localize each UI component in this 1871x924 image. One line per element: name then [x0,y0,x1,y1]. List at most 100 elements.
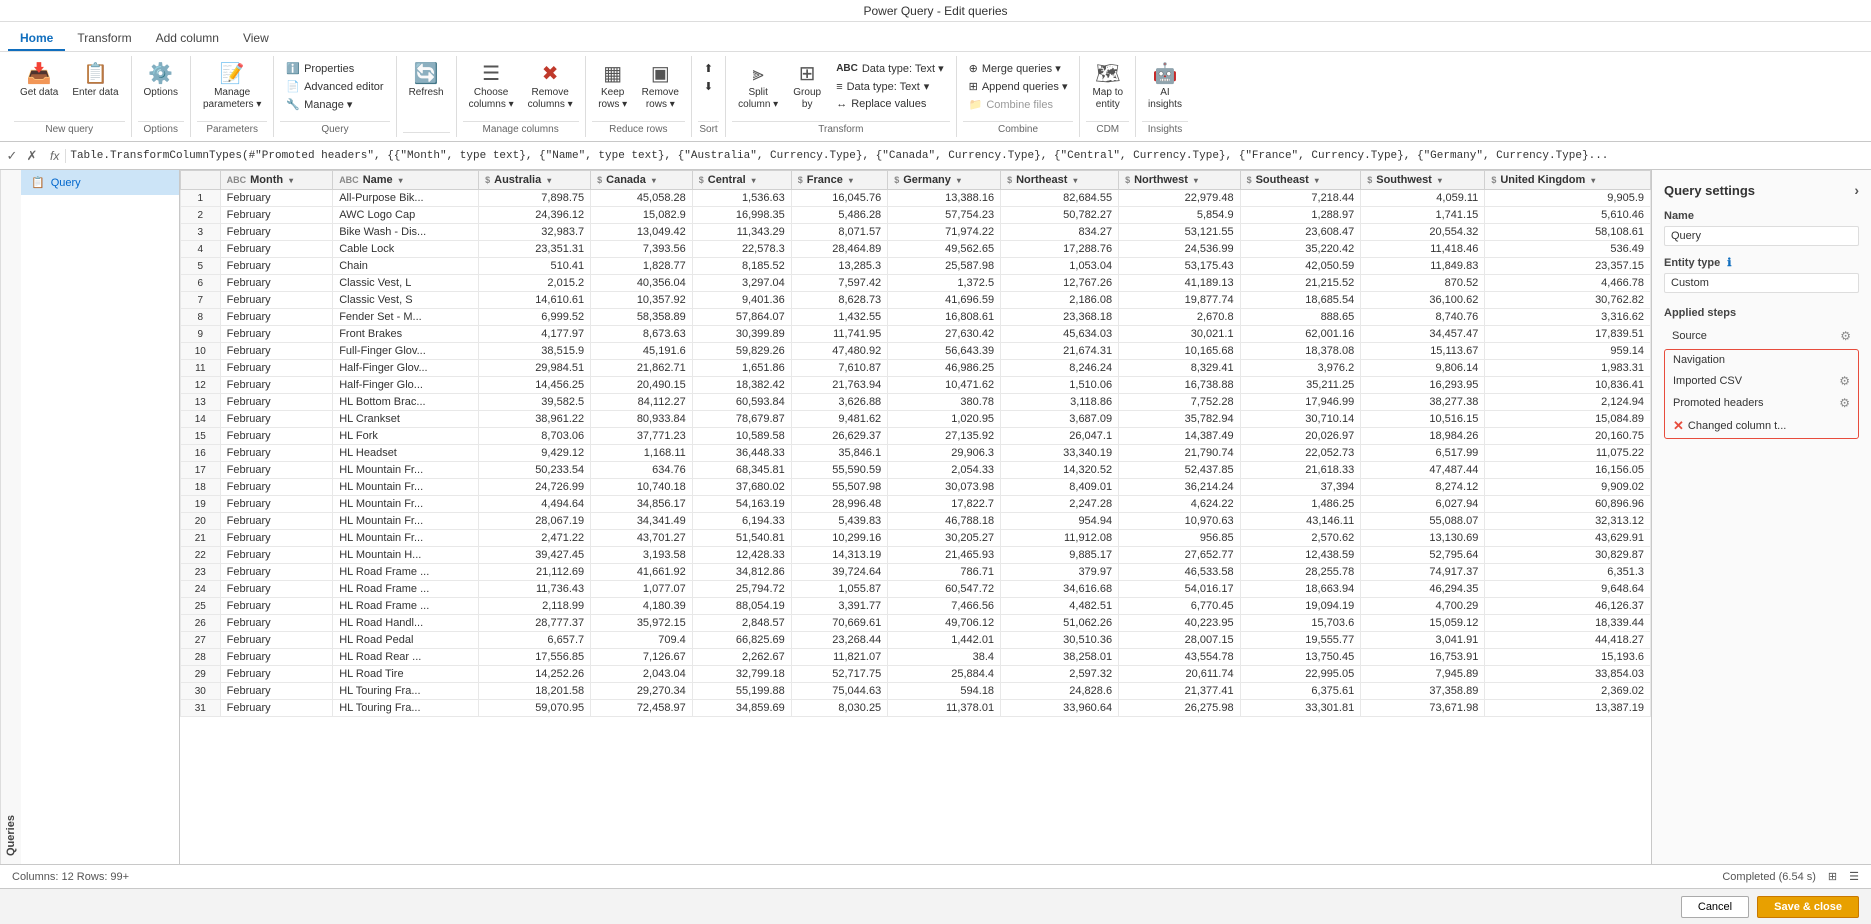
cell-r0-c12: 9,905.9 [1485,190,1651,207]
remove-rows-button[interactable]: ▣ Removerows ▾ [636,60,685,115]
tab-home[interactable]: Home [8,27,65,51]
cell-r12-c1: February [220,394,333,411]
get-data-button[interactable]: 📥 Get data [14,60,64,103]
cell-r17-c7: 30,073.98 [888,479,1001,496]
cell-r2-c11: 20,554.32 [1361,224,1485,241]
step-source-gear-icon[interactable]: ⚙ [1840,329,1851,343]
col-header-month[interactable]: ABC Month ▾ [220,171,333,190]
cell-r19-c11: 55,088.07 [1361,513,1485,530]
cell-r22-c5: 34,812.86 [692,564,791,581]
cell-r9-c7: 56,643.39 [888,343,1001,360]
enter-data-button[interactable]: 📋 Enter data [66,60,124,103]
table-row: 3FebruaryBike Wash - Dis...32,983.713,04… [181,224,1651,241]
step-changed-x-icon[interactable]: ✕ [1673,418,1684,434]
use-first-row-button[interactable]: ≡ Data type: Text ▾ [830,78,949,95]
cell-r8-c5: 30,399.89 [692,326,791,343]
step-promoted-headers[interactable]: Promoted headers ⚙ [1665,392,1858,414]
group-by-button[interactable]: ⊞ Groupby [786,60,828,115]
tab-add-column[interactable]: Add column [144,27,231,51]
cell-r12-c7: 380.78 [888,394,1001,411]
cell-r19-c8: 954.94 [1001,513,1119,530]
col-header-northwest[interactable]: $ Northwest ▾ [1119,171,1240,190]
formula-input[interactable] [70,150,1867,162]
table-row: 5FebruaryChain510.411,828.778,185.5213,2… [181,258,1651,275]
cell-r3-c1: February [220,241,333,258]
map-to-entity-button[interactable]: 🗺 Map toentity [1086,60,1129,115]
ai-insights-button[interactable]: 🤖 AIinsights [1142,60,1188,115]
grid-view-icon[interactable]: ⊞ [1828,870,1837,883]
replace-values-button[interactable]: ↔ Replace values [830,96,949,112]
cell-r20-c9: 956.85 [1119,530,1240,547]
col-header-name[interactable]: ABC Name ▾ [333,171,479,190]
cancel-button[interactable]: Cancel [1681,896,1749,918]
step-imported-csv[interactable]: Imported CSV ⚙ [1665,370,1858,392]
sort-asc-button[interactable]: ⬆ [698,60,719,77]
entity-type-info-icon[interactable]: ℹ [1727,257,1731,269]
cell-r13-c9: 35,782.94 [1119,411,1240,428]
cell-r0-c3: 7,898.75 [479,190,591,207]
formula-accept-icon[interactable]: ✓ [4,148,20,164]
properties-button[interactable]: ℹ️ Properties [280,60,389,77]
panel-expand-icon[interactable]: › [1854,182,1859,198]
col-header-northeast[interactable]: $ Northeast ▾ [1001,171,1119,190]
cell-r26-c9: 28,007.15 [1119,632,1240,649]
cell-r11-c8: 1,510.06 [1001,377,1119,394]
name-value[interactable]: Query [1664,226,1859,246]
append-queries-button[interactable]: ⊞ Append queries ▾ [963,78,1074,95]
cell-r6-c12: 30,762.82 [1485,292,1651,309]
save-close-button[interactable]: Save & close [1757,896,1859,918]
cell-r1-c6: 5,486.28 [791,207,887,224]
cell-r30-c1: February [220,700,333,717]
keep-rows-button[interactable]: ▦ Keeprows ▾ [592,60,634,115]
formula-reject-icon[interactable]: ✗ [24,148,40,164]
cell-r17-c11: 8,274.12 [1361,479,1485,496]
ribbon-group-refresh: 🔄 Refresh [397,56,457,137]
manage-button[interactable]: 🔧 Manage ▾ [280,96,389,113]
step-navigation[interactable]: Navigation [1665,350,1858,370]
cell-r18-c11: 6,027.94 [1361,496,1485,513]
col-header-southwest[interactable]: $ Southwest ▾ [1361,171,1485,190]
cell-r20-c5: 51,540.81 [692,530,791,547]
data-area[interactable]: ABC Month ▾ ABC Name ▾ [180,170,1651,864]
options-group-label: Options [138,121,184,137]
col-header-canada[interactable]: $ Canada ▾ [591,171,693,190]
data-type-button[interactable]: ABC Data type: Text ▾ [830,60,949,77]
step-source[interactable]: Source ⚙ [1664,325,1859,347]
remove-columns-button[interactable]: ✖ Removecolumns ▾ [522,60,579,115]
cell-r24-c3: 2,118.99 [479,598,591,615]
list-view-icon[interactable]: ☰ [1849,870,1859,883]
cell-r28-c0: 29 [181,666,221,683]
cell-r13-c7: 1,020.95 [888,411,1001,428]
split-column-button[interactable]: ⫸ Splitcolumn ▾ [732,60,784,115]
advanced-editor-button[interactable]: 📄 Advanced editor [280,78,389,95]
manage-parameters-button[interactable]: 📝 Manageparameters ▾ [197,60,267,115]
step-changed-column-type[interactable]: ✕ Changed column t... [1665,414,1858,438]
merge-queries-button[interactable]: ⊕ Merge queries ▾ [963,60,1074,77]
col-header-southeast[interactable]: $ Southeast ▾ [1240,171,1361,190]
cell-r0-c10: 7,218.44 [1240,190,1361,207]
col-header-central[interactable]: $ Central ▾ [692,171,791,190]
cell-r25-c2: HL Road Handl... [333,615,479,632]
combine-files-button[interactable]: 📁 Combine files [963,96,1074,113]
cell-r22-c2: HL Road Frame ... [333,564,479,581]
cell-r22-c10: 28,255.78 [1240,564,1361,581]
step-promoted-headers-gear-icon[interactable]: ⚙ [1839,396,1850,410]
col-header-germany[interactable]: $ Germany ▾ [888,171,1001,190]
cell-r19-c6: 5,439.83 [791,513,887,530]
step-imported-csv-gear-icon[interactable]: ⚙ [1839,374,1850,388]
col-header-france[interactable]: $ France ▾ [791,171,887,190]
sort-desc-button[interactable]: ⬇ [698,78,719,95]
cell-r23-c1: February [220,581,333,598]
refresh-button[interactable]: 🔄 Refresh [403,60,450,103]
get-data-label: Get data [20,87,58,99]
table-row: 2FebruaryAWC Logo Cap24,396.1215,082.916… [181,207,1651,224]
cell-r21-c10: 12,438.59 [1240,547,1361,564]
query-item-query[interactable]: 📋 Query [21,170,179,195]
tab-view[interactable]: View [231,27,281,51]
options-button[interactable]: ⚙️ Options [138,60,184,103]
col-header-uk[interactable]: $ United Kingdom ▾ [1485,171,1651,190]
choose-columns-button[interactable]: ☰ Choosecolumns ▾ [463,60,520,115]
combine-col: ⊕ Merge queries ▾ ⊞ Append queries ▾ 📁 C… [963,60,1074,113]
col-header-australia[interactable]: $ Australia ▾ [479,171,591,190]
tab-transform[interactable]: Transform [65,27,143,51]
